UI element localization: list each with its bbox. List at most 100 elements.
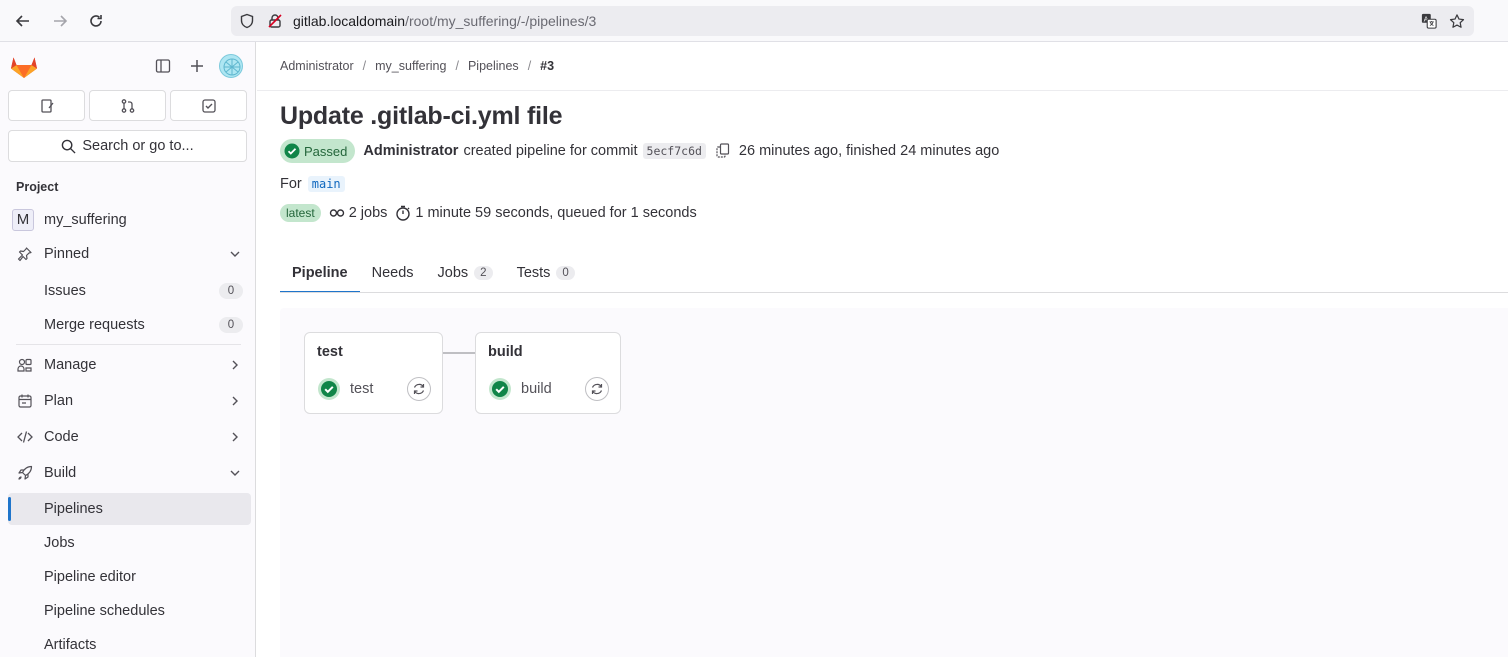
project-avatar: M (12, 209, 34, 231)
sidebar-item-label: my_suffering (44, 212, 127, 228)
tab-label: Needs (371, 265, 414, 281)
avatar[interactable] (219, 54, 243, 78)
retry-button[interactable] (585, 377, 609, 401)
stage-column-test: test test (304, 332, 443, 414)
tab-label: Tests (516, 265, 551, 281)
bookmark-star-icon[interactable] (1449, 13, 1465, 29)
breadcrumb-current[interactable]: #3 (540, 59, 554, 73)
gitlab-logo-icon[interactable] (10, 53, 38, 79)
breadcrumb-project[interactable]: my_suffering (375, 59, 446, 73)
retry-icon (412, 382, 426, 396)
url-host: gitlab.localdomain (293, 13, 406, 29)
branch-row: For main (280, 176, 345, 192)
retry-icon (590, 382, 604, 396)
search-label: Search or go to... (82, 138, 194, 154)
chevron-down-icon (227, 246, 243, 262)
status-badge[interactable]: Passed (280, 139, 356, 163)
breadcrumb-administrator[interactable]: Administrator (280, 59, 354, 73)
search-icon (61, 139, 76, 154)
divider (257, 90, 1508, 91)
breadcrumb-pipelines[interactable]: Pipelines (468, 59, 519, 73)
shield-icon[interactable] (239, 13, 255, 29)
status-label: Passed (304, 143, 348, 159)
duration-text: 1 minute 59 seconds, queued for 1 second… (415, 205, 697, 221)
sidebar-item-manage[interactable]: Manage (8, 349, 251, 381)
commit-sha[interactable]: 5ecf7c6d (642, 143, 706, 159)
tab-tests[interactable]: Tests 0 (505, 254, 587, 292)
sidebar-item-pipeline-schedules[interactable]: Pipeline schedules (8, 595, 251, 627)
sidebar-item-label: Plan (44, 393, 74, 409)
branch-link[interactable]: main (307, 176, 345, 192)
job-test[interactable]: test (317, 377, 373, 401)
created-text: created pipeline for commit (463, 143, 638, 159)
retry-button[interactable] (407, 377, 431, 401)
tab-count-badge: 2 (474, 266, 493, 280)
sidebar-item-merge-requests[interactable]: Merge requests 0 (8, 309, 251, 341)
job-name: build (521, 381, 552, 397)
sidebar-item-plan[interactable]: Plan (8, 385, 251, 417)
sidebar-item-label: Pipeline editor (44, 569, 136, 585)
sidebar-item-pipelines[interactable]: Pipelines (8, 493, 251, 525)
sidebar-item-label: Code (44, 429, 79, 445)
sidebar-item-pinned[interactable]: Pinned (8, 238, 251, 270)
sidebar-divider (16, 344, 241, 345)
sidebar-item-build[interactable]: Build (8, 457, 251, 489)
issues-quick-button[interactable] (8, 90, 85, 121)
tab-jobs[interactable]: Jobs 2 (426, 254, 505, 292)
stage-column-build: build build (475, 332, 621, 414)
tab-needs[interactable]: Needs (360, 254, 426, 292)
sidebar-item-jobs[interactable]: Jobs (8, 527, 251, 559)
tabs-divider (280, 292, 1508, 293)
sidebar-item-code[interactable]: Code (8, 421, 251, 453)
time-text: 26 minutes ago, finished 24 minutes ago (738, 143, 1000, 159)
rocket-icon (16, 464, 34, 482)
pipeline-tabs: Pipeline Needs Jobs 2 Tests 0 (280, 254, 587, 293)
todos-quick-button[interactable] (170, 90, 247, 121)
reload-icon[interactable] (83, 8, 109, 34)
pipeline-status-row: Passed Administrator created pipeline fo… (280, 139, 999, 163)
pipeline-meta-row: latest 2 jobs 1 minute 59 seconds, queue… (280, 204, 697, 222)
check-circle-icon (284, 143, 300, 159)
main-content: Administrator / my_suffering / Pipelines… (257, 42, 1508, 657)
url-text[interactable]: gitlab.localdomain/root/my_suffering/-/p… (293, 13, 596, 29)
job-build[interactable]: build (488, 377, 552, 401)
copy-icon[interactable] (716, 143, 730, 159)
translate-icon[interactable]: A (1421, 13, 1437, 29)
url-bar[interactable]: gitlab.localdomain/root/my_suffering/-/p… (231, 6, 1474, 36)
calendar-icon (16, 392, 34, 410)
breadcrumb-separator: / (527, 59, 532, 73)
insecure-lock-icon[interactable] (267, 13, 283, 29)
sidebar-item-label: Jobs (44, 535, 75, 551)
merge-requests-quick-button[interactable] (89, 90, 166, 121)
stage-connector (443, 352, 475, 354)
tab-label: Jobs (437, 265, 469, 281)
sidebar-item-label: Pinned (44, 246, 90, 262)
code-icon (16, 428, 34, 446)
sidebar-item-pipeline-editor[interactable]: Pipeline editor (8, 561, 251, 593)
sidebar-item-label: Build (44, 465, 77, 481)
back-arrow-icon[interactable] (10, 8, 36, 34)
browser-toolbar: gitlab.localdomain/root/my_suffering/-/p… (0, 0, 1508, 42)
tab-pipeline[interactable]: Pipeline (280, 254, 360, 293)
sidebar-item-label: Issues (44, 283, 86, 299)
users-icon (16, 356, 34, 374)
breadcrumb: Administrator / my_suffering / Pipelines… (280, 59, 554, 73)
job-status-success-icon (317, 377, 341, 401)
sidebar-item-label: Merge requests (44, 317, 145, 333)
forward-arrow-icon[interactable] (47, 8, 73, 34)
search-button[interactable]: Search or go to... (8, 130, 247, 162)
plus-icon[interactable] (186, 55, 208, 77)
stage-title: build (488, 344, 523, 360)
sidebar-item-project[interactable]: M my_suffering (8, 204, 251, 236)
sidebar-item-artifacts[interactable]: Artifacts (8, 629, 251, 657)
latest-badge: latest (280, 204, 321, 222)
sidebar-item-label: Manage (44, 357, 97, 373)
timer-icon (395, 205, 411, 221)
toggle-sidebar-icon[interactable] (152, 55, 174, 77)
author-link[interactable]: Administrator (363, 143, 458, 159)
chevron-down-icon (227, 465, 243, 481)
chevron-right-icon (227, 357, 243, 373)
section-title: Project (16, 180, 59, 194)
sidebar-item-issues[interactable]: Issues 0 (8, 275, 251, 307)
issues-count-badge: 0 (219, 283, 243, 299)
